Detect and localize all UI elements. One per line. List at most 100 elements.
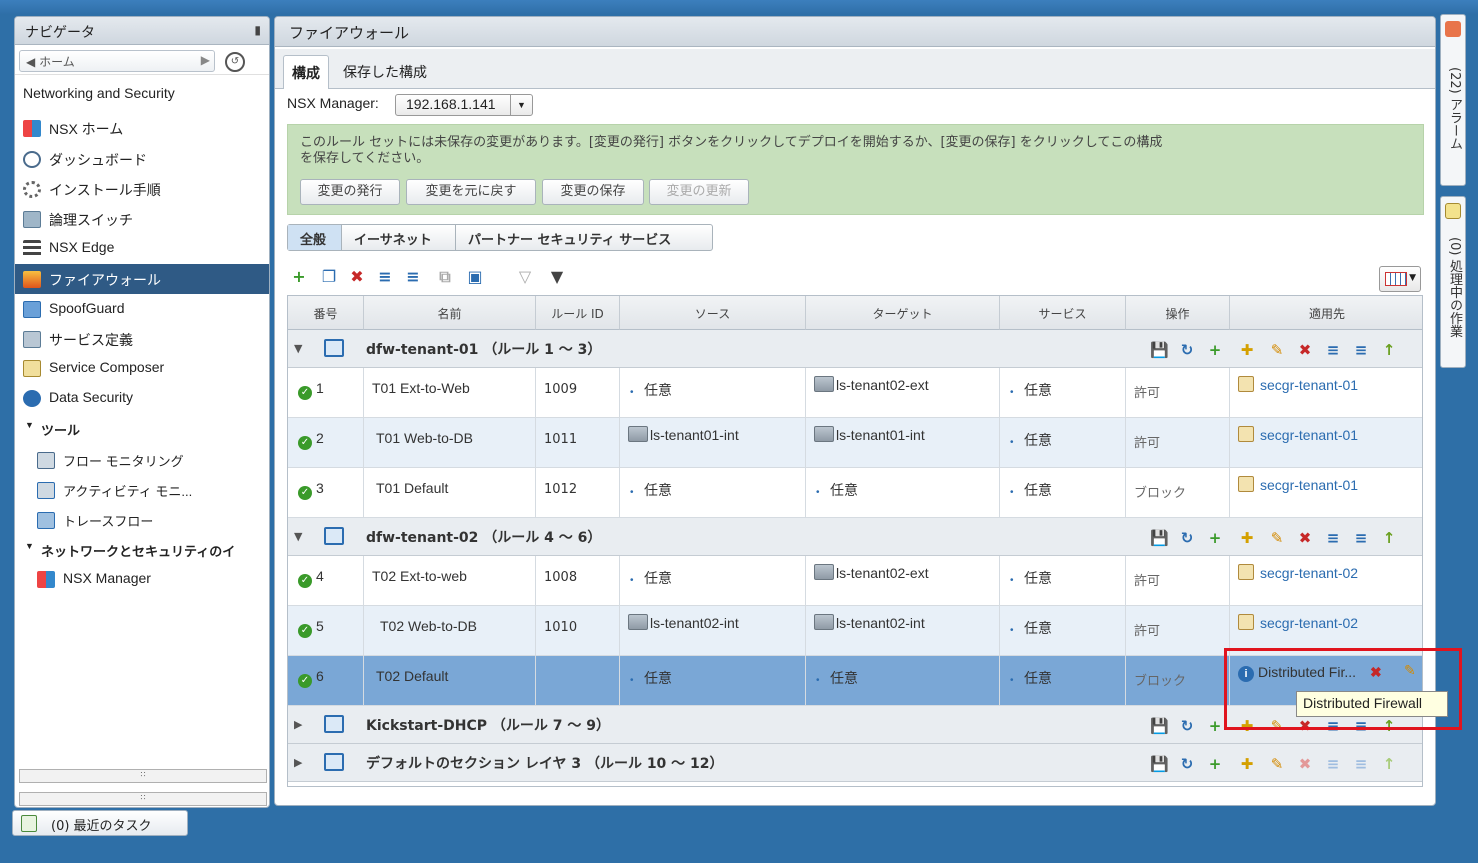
enabled-check-icon[interactable]: ✓	[298, 624, 312, 638]
column-chooser-button[interactable]: ▼	[1379, 266, 1421, 292]
rule-service[interactable]: • 任意	[1000, 656, 1126, 706]
nav-item-logical-switch[interactable]: 論理スイッチ	[15, 204, 269, 234]
rule-target[interactable]: • 任意	[806, 656, 1000, 706]
nav-item-nsx-manager[interactable]: NSX Manager	[15, 564, 269, 594]
enabled-check-icon[interactable]: ✓	[298, 674, 312, 688]
applied-to-link[interactable]: secgr-tenant-01	[1260, 377, 1358, 393]
rule-target[interactable]: ls-tenant01-int	[806, 418, 1000, 468]
tab-saved-configurations[interactable]: 保存した構成	[335, 55, 435, 89]
enabled-check-icon[interactable]: ✓	[298, 386, 312, 400]
rule-action[interactable]: 許可	[1126, 368, 1230, 418]
add-icon[interactable]: +	[1206, 528, 1224, 548]
rule-action[interactable]: 許可	[1126, 556, 1230, 606]
refresh-icon[interactable]: ↻	[1178, 716, 1196, 736]
add-section-icon[interactable]: ❐	[319, 267, 339, 289]
copy-rule-icon[interactable]: ⧉	[435, 267, 455, 289]
recent-tasks-button[interactable]: (0) 最近のタスク	[12, 810, 188, 836]
rule-service[interactable]: • 任意	[1000, 368, 1126, 418]
add-icon[interactable]: +	[1206, 716, 1224, 736]
rule-section-dfw-tenant-01[interactable]: ▼ dfw-tenant-01 （ルール 1 ～ 3） 💾 ↻ + ✚ ✎ ✖ …	[288, 330, 1422, 368]
column-header[interactable]: ターゲット	[806, 296, 1000, 330]
rule-name[interactable]: T01 Ext-to-Web	[364, 368, 536, 418]
nav-group-netsec-inventory[interactable]: ▼ ネットワークとセキュリティのイ	[15, 535, 269, 565]
expand-icon[interactable]: ▶	[294, 756, 302, 769]
column-header[interactable]: 適用先	[1230, 296, 1422, 330]
applied-to-link[interactable]: secgr-tenant-02	[1260, 615, 1358, 631]
delete-icon[interactable]: ✖	[1296, 340, 1314, 360]
nav-group-tools[interactable]: ▼ ツール	[15, 414, 269, 444]
add-section-folder-icon[interactable]: ✚	[1238, 340, 1256, 360]
tab-general[interactable]: 全般	[288, 225, 342, 250]
rule-source[interactable]: • 任意	[620, 656, 806, 706]
nav-item-install[interactable]: インストール手順	[15, 174, 269, 204]
enabled-check-icon[interactable]: ✓	[298, 486, 312, 500]
enabled-check-icon[interactable]: ✓	[298, 436, 312, 450]
rule-name[interactable]: T01 Web-to-DB	[364, 418, 536, 468]
delete-rule-icon[interactable]: ✖	[347, 267, 367, 289]
rule-section-default-layer3[interactable]: ▶ デフォルトのセクション レイヤ 3 （ルール 10 ～ 12） 💾 ↻ + …	[288, 744, 1422, 782]
paste-rule-icon[interactable]: ▣	[465, 267, 485, 289]
clear-filter-icon[interactable]: ▽	[515, 267, 535, 289]
rule-target[interactable]: ls-tenant02-ext	[806, 368, 1000, 418]
rule-source[interactable]: • 任意	[620, 368, 806, 418]
rule-name[interactable]: T01 Default	[364, 468, 536, 518]
rule-name[interactable]: T02 Web-to-DB	[364, 606, 536, 656]
rule-source[interactable]: ls-tenant02-int	[620, 606, 806, 656]
rule-applied-to[interactable]: secgr-tenant-02	[1230, 556, 1422, 606]
save-changes-button[interactable]: 変更の保存	[542, 179, 644, 205]
nav-item-nsx-home[interactable]: NSX ホーム	[15, 113, 269, 143]
table-row[interactable]: ✓ 2 T01 Web-to-DB 1011 ls-tenant01-int ls…	[288, 418, 1422, 468]
revert-changes-button[interactable]: 変更を元に戻す	[406, 179, 536, 205]
move-down-icon[interactable]: ≡	[403, 267, 423, 289]
add-rule-icon[interactable]: +	[289, 267, 309, 289]
rule-applied-to[interactable]: secgr-tenant-01	[1230, 368, 1422, 418]
expand-icon[interactable]: ▶	[294, 718, 302, 731]
nav-item-traceflow[interactable]: トレースフロー	[15, 505, 269, 535]
rule-service[interactable]: • 任意	[1000, 556, 1126, 606]
edit-icon[interactable]: ✎	[1268, 754, 1286, 774]
add-section-folder-icon[interactable]: ✚	[1238, 754, 1256, 774]
column-header[interactable]: 番号	[288, 296, 364, 330]
table-row[interactable]: ✓ 4 T02 Ext-to-web 1008 • 任意 ls-tenant02-e…	[288, 556, 1422, 606]
rule-action[interactable]: ブロック	[1126, 468, 1230, 518]
rule-name[interactable]: T02 Ext-to-web	[364, 556, 536, 606]
table-row[interactable]: ✓ 3 T01 Default 1012 • 任意 • 任意 • 任意 ブロック sec…	[288, 468, 1422, 518]
nav-item-data-security[interactable]: Data Security	[15, 383, 269, 413]
add-section-folder-icon[interactable]: ✚	[1238, 528, 1256, 548]
rule-service[interactable]: • 任意	[1000, 606, 1126, 656]
column-header[interactable]: 名前	[364, 296, 536, 330]
nav-item-firewall[interactable]: ファイアウォール	[15, 264, 269, 294]
rule-source[interactable]: ls-tenant01-int	[620, 418, 806, 468]
rule-name[interactable]: T02 Default	[364, 656, 536, 706]
column-header[interactable]: ソース	[620, 296, 806, 330]
edit-icon[interactable]: ✎	[1268, 528, 1286, 548]
move-up-icon[interactable]: ≡	[375, 267, 395, 289]
refresh-icon[interactable]: ↻	[1178, 754, 1196, 774]
alarms-panel[interactable]: (22) アラーム	[1440, 14, 1466, 186]
applied-to-link[interactable]: secgr-tenant-01	[1260, 477, 1358, 493]
rule-source[interactable]: • 任意	[620, 556, 806, 606]
pin-icon[interactable]: ▮	[254, 23, 261, 37]
tab-partner-security-services[interactable]: パートナー セキュリティ サービス	[456, 225, 712, 250]
save-icon[interactable]: 💾	[1150, 754, 1169, 774]
nav-horizontal-scrollbar[interactable]: ∷	[19, 769, 267, 783]
collapse-icon[interactable]: ▼	[294, 342, 302, 355]
rule-service[interactable]: • 任意	[1000, 468, 1126, 518]
rule-applied-to[interactable]: secgr-tenant-01	[1230, 468, 1422, 518]
move-down-icon[interactable]: ≡	[1352, 528, 1370, 548]
add-icon[interactable]: +	[1206, 754, 1224, 774]
rule-action[interactable]: 許可	[1126, 418, 1230, 468]
tab-ethernet[interactable]: イーサネット	[342, 225, 456, 250]
add-icon[interactable]: +	[1206, 340, 1224, 360]
save-icon[interactable]: 💾	[1150, 716, 1169, 736]
refresh-icon[interactable]: ↻	[1178, 528, 1196, 548]
rule-action[interactable]: ブロック	[1126, 656, 1230, 706]
merge-icon[interactable]: ↑	[1380, 528, 1398, 548]
forward-arrow-icon[interactable]: ▶	[201, 53, 210, 67]
column-header[interactable]: ルール ID	[536, 296, 620, 330]
save-icon[interactable]: 💾	[1150, 340, 1169, 360]
move-up-icon[interactable]: ≡	[1324, 528, 1342, 548]
nav-item-spoofguard[interactable]: SpoofGuard	[15, 294, 269, 324]
move-up-icon[interactable]: ≡	[1324, 340, 1342, 360]
nav-item-dashboard[interactable]: ダッシュボード	[15, 144, 269, 174]
